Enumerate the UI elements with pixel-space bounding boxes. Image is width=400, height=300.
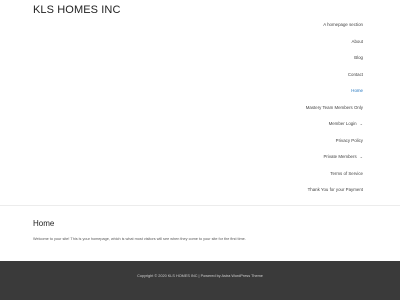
nav-item-home[interactable]: Home <box>306 83 363 100</box>
nav-item-label: A homepage section <box>323 22 363 27</box>
nav-item-label: Blog <box>354 55 363 60</box>
chevron-down-icon[interactable]: ⌄ <box>360 116 363 133</box>
chevron-down-icon[interactable]: ⌄ <box>360 149 363 166</box>
nav-item-label: Home <box>351 88 363 93</box>
main-content: Home Welcome to your site! This is your … <box>0 206 400 261</box>
nav-item-label: Member Login <box>328 121 357 126</box>
nav-item-member-login[interactable]: Member Login ⌄ <box>306 116 363 133</box>
nav-item-label: Privacy Policy <box>335 137 363 143</box>
nav-item-label: Terms of Service <box>330 170 363 176</box>
nav-item-privacy-policy[interactable]: Privacy Policy <box>306 133 363 150</box>
nav-item-mastery-team-members-only[interactable]: Mastery Team Members Only <box>306 100 363 117</box>
nav-item-label: Thank You for your Payment <box>307 187 363 192</box>
site-header: KLS HOMES INC A homepage section About B… <box>0 0 400 205</box>
nav-item-terms-of-service[interactable]: Terms of Service <box>306 166 363 183</box>
page-title: Home <box>33 219 55 228</box>
nav-item-private-members[interactable]: Private Members ⌄ <box>306 149 363 166</box>
nav-item-contact[interactable]: Contact <box>306 67 363 84</box>
nav-item-a-homepage-section[interactable]: A homepage section <box>306 17 363 34</box>
nav-item-label: About <box>351 38 363 44</box>
primary-navigation: A homepage section About Blog Contact Ho… <box>306 17 363 199</box>
site-title-link[interactable]: KLS HOMES INC <box>33 4 121 16</box>
nav-item-label: Private Members <box>323 154 357 159</box>
footer-copyright: Copyright © 2020 KLS HOMES INC | Powered… <box>137 274 263 278</box>
nav-item-label: Mastery Team Members Only <box>305 104 363 110</box>
nav-item-about[interactable]: About <box>306 34 363 51</box>
page-intro-text: Welcome to your site! This is your homep… <box>33 237 246 241</box>
nav-item-blog[interactable]: Blog <box>306 50 363 67</box>
nav-item-thank-you-for-your-payment[interactable]: Thank You for your Payment <box>306 182 363 199</box>
site-footer: Copyright © 2020 KLS HOMES INC | Powered… <box>0 261 400 300</box>
nav-item-label: Contact <box>347 71 363 77</box>
